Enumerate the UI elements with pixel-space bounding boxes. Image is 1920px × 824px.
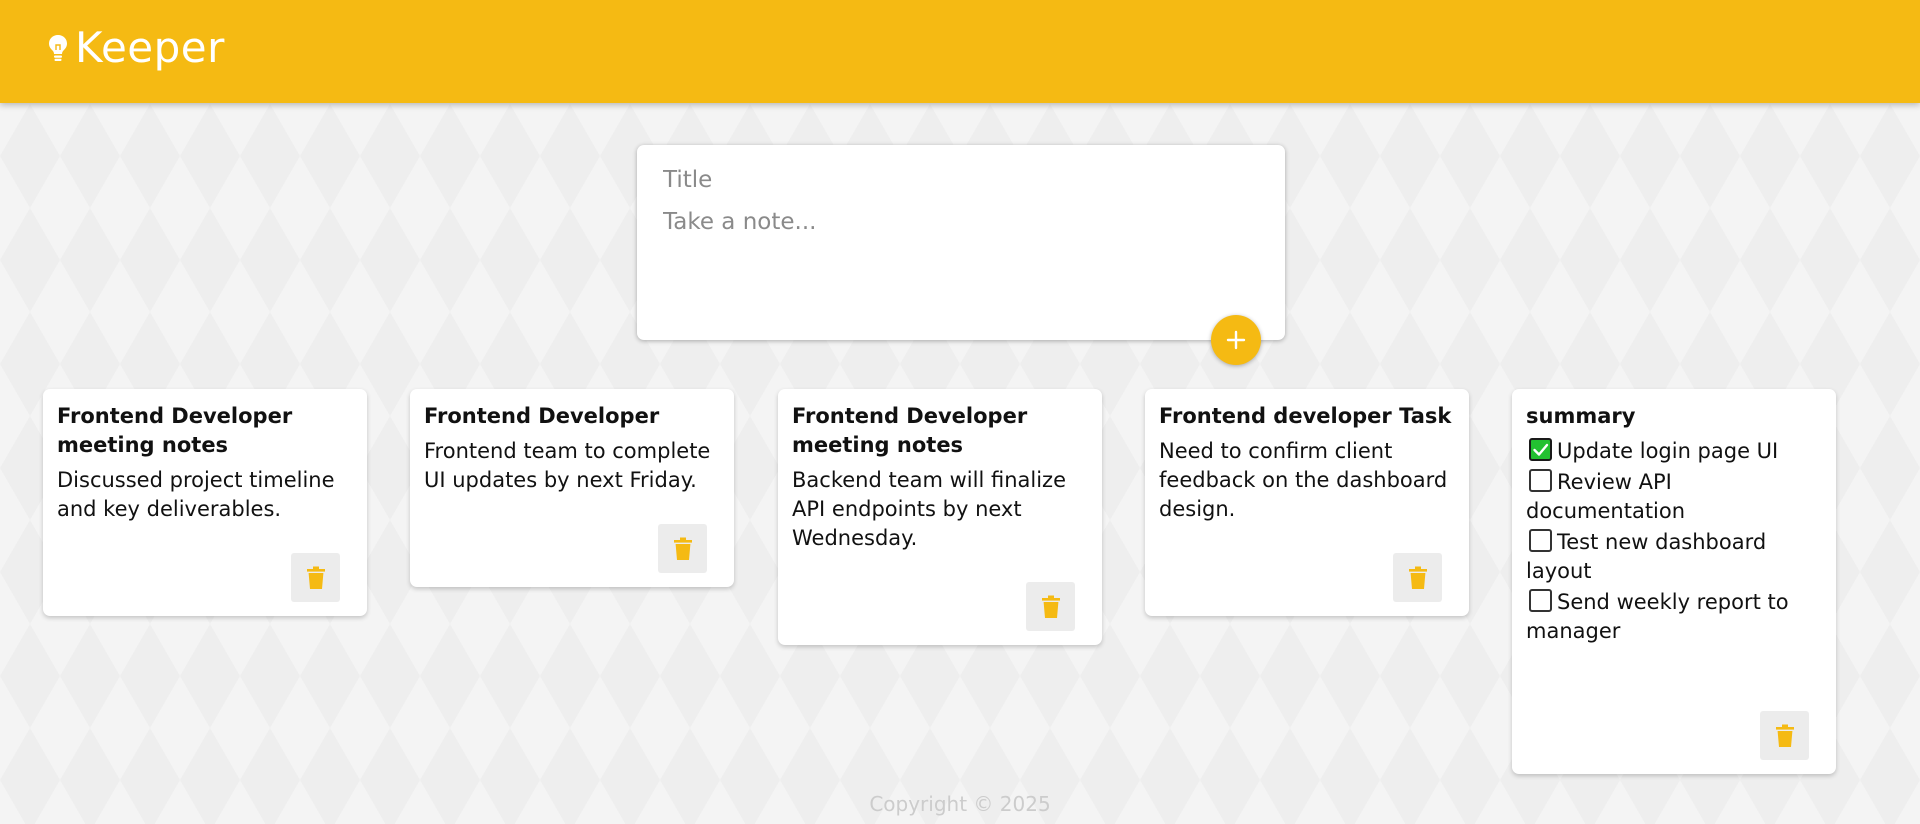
trash-icon (306, 566, 325, 589)
note-title: Frontend Developer (424, 404, 660, 428)
footer: Copyright © 2025 (0, 792, 1920, 816)
note-content: Discussed project timeline and key deliv… (57, 468, 335, 521)
delete-note-button[interactable] (291, 553, 340, 602)
note-title-input[interactable] (663, 167, 1259, 193)
checklist-item: Update login page UI (1526, 437, 1822, 466)
checkbox[interactable] (1529, 438, 1552, 461)
app-header: Keeper (0, 0, 1920, 103)
checklist-item-label: Update login page UI (1557, 439, 1779, 463)
note-content: Need to confirm client feedback on the d… (1159, 439, 1448, 521)
checkbox[interactable] (1529, 529, 1552, 552)
checklist: Update login page UI Review API document… (1526, 437, 1822, 646)
copyright-text: Copyright © 2025 (869, 792, 1051, 816)
checklist-item: Review API documentation (1526, 468, 1822, 526)
checklist-item-label: Test new dashboard layout (1526, 530, 1767, 583)
app-logo: Keeper (47, 23, 225, 72)
note-title: Frontend Developer meeting notes (792, 404, 1028, 457)
checklist-item-label: Send weekly report to manager (1526, 590, 1789, 643)
note-card: Frontend Developer Frontend team to comp… (410, 389, 734, 587)
checklist-item: Send weekly report to manager (1526, 588, 1822, 646)
add-note-button[interactable] (1211, 315, 1261, 365)
delete-note-button[interactable] (658, 524, 707, 573)
plus-icon (1226, 330, 1246, 350)
note-card: Frontend Developer meeting notes Backend… (778, 389, 1102, 645)
note-title: Frontend Developer meeting notes (57, 404, 293, 457)
trash-icon (673, 537, 692, 560)
note-card: Frontend Developer meeting notes Discuss… (43, 389, 367, 616)
note-composer (637, 145, 1285, 340)
delete-note-button[interactable] (1393, 553, 1442, 602)
note-title: summary (1526, 404, 1636, 428)
note-content: Frontend team to complete UI updates by … (424, 439, 711, 492)
trash-icon (1408, 566, 1427, 589)
app-title: Keeper (75, 23, 225, 72)
note-card: Frontend developer Task Need to confirm … (1145, 389, 1469, 616)
checkbox[interactable] (1529, 589, 1552, 612)
delete-note-button[interactable] (1760, 711, 1809, 760)
checklist-item: Test new dashboard layout (1526, 528, 1822, 586)
trash-icon (1041, 595, 1060, 618)
trash-icon (1775, 724, 1794, 747)
delete-note-button[interactable] (1026, 582, 1075, 631)
lightbulb-icon (49, 34, 67, 61)
note-content-input[interactable] (663, 209, 1259, 299)
note-title: Frontend developer Task (1159, 404, 1452, 428)
note-card-checklist: summary Update login page UI Review API … (1512, 389, 1836, 774)
checkmark-icon (1533, 443, 1549, 456)
note-content: Backend team will finalize API endpoints… (792, 468, 1066, 550)
checkbox[interactable] (1529, 469, 1552, 492)
